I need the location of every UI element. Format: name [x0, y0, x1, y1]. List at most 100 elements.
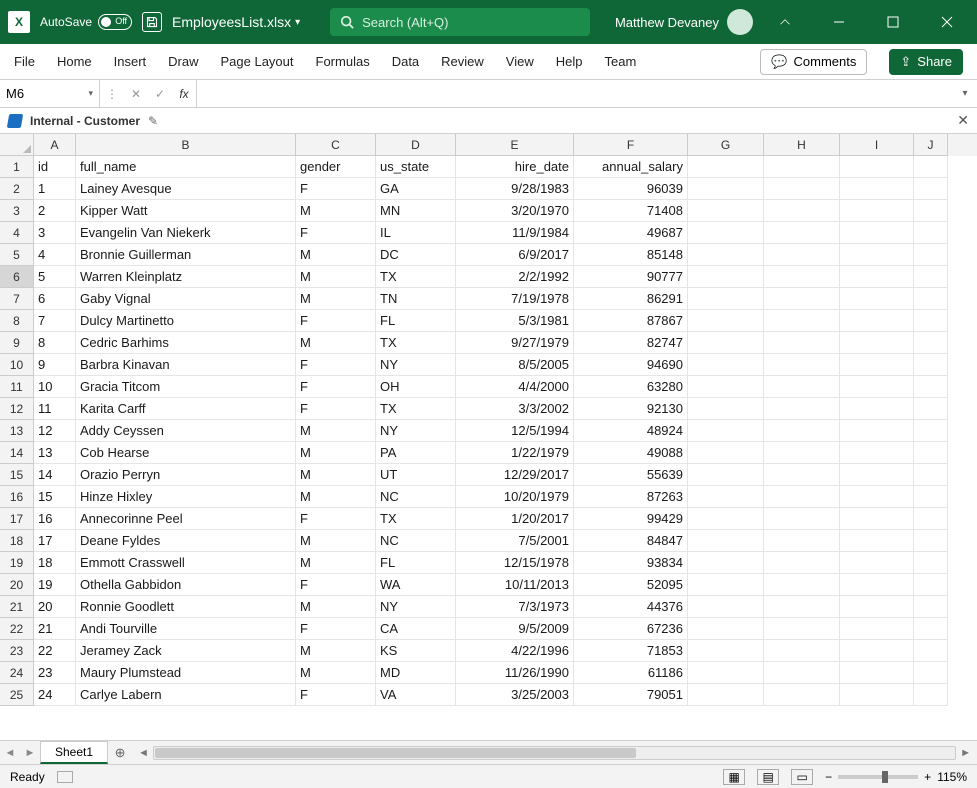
cell[interactable]: F — [296, 618, 376, 640]
view-break-icon[interactable]: ▭ — [791, 769, 813, 785]
cell[interactable] — [688, 596, 764, 618]
col-header-I[interactable]: I — [840, 134, 914, 156]
zoom-slider[interactable] — [838, 775, 918, 779]
row-header[interactable]: 4 — [0, 222, 34, 244]
cell[interactable]: 18 — [34, 552, 76, 574]
cell[interactable]: 3/20/1970 — [456, 200, 574, 222]
cell[interactable]: 10/11/2013 — [456, 574, 574, 596]
cell[interactable] — [764, 354, 840, 376]
cell[interactable] — [688, 244, 764, 266]
cell[interactable]: F — [296, 376, 376, 398]
cell[interactable] — [914, 596, 948, 618]
row-header[interactable]: 23 — [0, 640, 34, 662]
sheet-nav-next-icon[interactable]: ► — [20, 747, 40, 759]
sensitivity-edit-icon[interactable]: ✎ — [148, 114, 158, 128]
cell[interactable] — [688, 574, 764, 596]
cell[interactable] — [764, 398, 840, 420]
expand-icon[interactable]: ⋮ — [100, 80, 124, 107]
cell[interactable] — [764, 244, 840, 266]
cell[interactable]: 7/19/1978 — [456, 288, 574, 310]
minimize-button[interactable] — [817, 0, 861, 44]
cell[interactable]: 11 — [34, 398, 76, 420]
cell[interactable] — [840, 288, 914, 310]
cell[interactable]: Othella Gabbidon — [76, 574, 296, 596]
cell[interactable] — [764, 596, 840, 618]
cell[interactable]: 8/5/2005 — [456, 354, 574, 376]
cell[interactable] — [764, 530, 840, 552]
row-header[interactable]: 7 — [0, 288, 34, 310]
cell[interactable]: 90777 — [574, 266, 688, 288]
cell[interactable]: 7/5/2001 — [456, 530, 574, 552]
cell[interactable] — [688, 420, 764, 442]
cell[interactable]: 9/27/1979 — [456, 332, 574, 354]
cell[interactable]: M — [296, 464, 376, 486]
row-header[interactable]: 14 — [0, 442, 34, 464]
cell[interactable] — [688, 398, 764, 420]
cell[interactable] — [688, 640, 764, 662]
cell[interactable] — [914, 332, 948, 354]
cell[interactable]: Orazio Perryn — [76, 464, 296, 486]
name-box[interactable]: M6 ▾ — [0, 80, 100, 107]
row-header[interactable]: 21 — [0, 596, 34, 618]
row-header[interactable]: 5 — [0, 244, 34, 266]
cell[interactable] — [688, 618, 764, 640]
cell[interactable]: F — [296, 574, 376, 596]
cell[interactable] — [914, 244, 948, 266]
cell[interactable]: 12/5/1994 — [456, 420, 574, 442]
row-header[interactable]: 25 — [0, 684, 34, 706]
cell[interactable]: Barbra Kinavan — [76, 354, 296, 376]
cell[interactable]: 15 — [34, 486, 76, 508]
cell[interactable]: Lainey Avesque — [76, 178, 296, 200]
cell[interactable]: 2 — [34, 200, 76, 222]
cell[interactable] — [840, 222, 914, 244]
col-header-F[interactable]: F — [574, 134, 688, 156]
cell[interactable]: M — [296, 288, 376, 310]
cell[interactable] — [840, 420, 914, 442]
ribbon-options-icon[interactable] — [763, 0, 807, 44]
cell[interactable]: NY — [376, 354, 456, 376]
cell[interactable]: 9 — [34, 354, 76, 376]
cell[interactable]: 44376 — [574, 596, 688, 618]
cell[interactable] — [764, 376, 840, 398]
cell[interactable] — [764, 420, 840, 442]
cell[interactable] — [840, 684, 914, 706]
cell[interactable] — [840, 640, 914, 662]
cell[interactable] — [914, 684, 948, 706]
tab-view[interactable]: View — [506, 54, 534, 69]
cell[interactable] — [688, 684, 764, 706]
tab-draw[interactable]: Draw — [168, 54, 198, 69]
cell[interactable] — [914, 618, 948, 640]
scroll-thumb[interactable] — [155, 748, 636, 758]
cell[interactable]: TX — [376, 508, 456, 530]
cell[interactable]: id — [34, 156, 76, 178]
horizontal-scrollbar[interactable]: ◄ ► — [132, 746, 977, 760]
cell[interactable]: M — [296, 662, 376, 684]
cell[interactable]: M — [296, 486, 376, 508]
cell[interactable]: VA — [376, 684, 456, 706]
cell[interactable] — [688, 266, 764, 288]
scroll-right-icon[interactable]: ► — [960, 747, 971, 759]
sheet-tab[interactable]: Sheet1 — [40, 741, 108, 764]
row-header[interactable]: 22 — [0, 618, 34, 640]
maximize-button[interactable] — [871, 0, 915, 44]
cell[interactable] — [840, 310, 914, 332]
cell[interactable]: Addy Ceyssen — [76, 420, 296, 442]
cell[interactable]: Dulcy Martinetto — [76, 310, 296, 332]
cell[interactable]: MN — [376, 200, 456, 222]
share-button[interactable]: ⇪ Share — [889, 49, 963, 75]
cell[interactable]: 1/22/1979 — [456, 442, 574, 464]
cell[interactable]: M — [296, 332, 376, 354]
cell[interactable]: 14 — [34, 464, 76, 486]
chevron-down-icon[interactable]: ▾ — [88, 88, 93, 99]
cell[interactable] — [840, 354, 914, 376]
cell[interactable] — [764, 574, 840, 596]
cell[interactable] — [840, 200, 914, 222]
cell[interactable] — [764, 332, 840, 354]
cell[interactable] — [840, 596, 914, 618]
fx-icon[interactable]: fx — [172, 80, 196, 107]
grid-rows[interactable]: 1idfull_namegenderus_statehire_dateannua… — [0, 156, 977, 740]
cell[interactable] — [688, 662, 764, 684]
cell[interactable] — [764, 200, 840, 222]
view-normal-icon[interactable]: ▦ — [723, 769, 745, 785]
cell[interactable] — [914, 310, 948, 332]
